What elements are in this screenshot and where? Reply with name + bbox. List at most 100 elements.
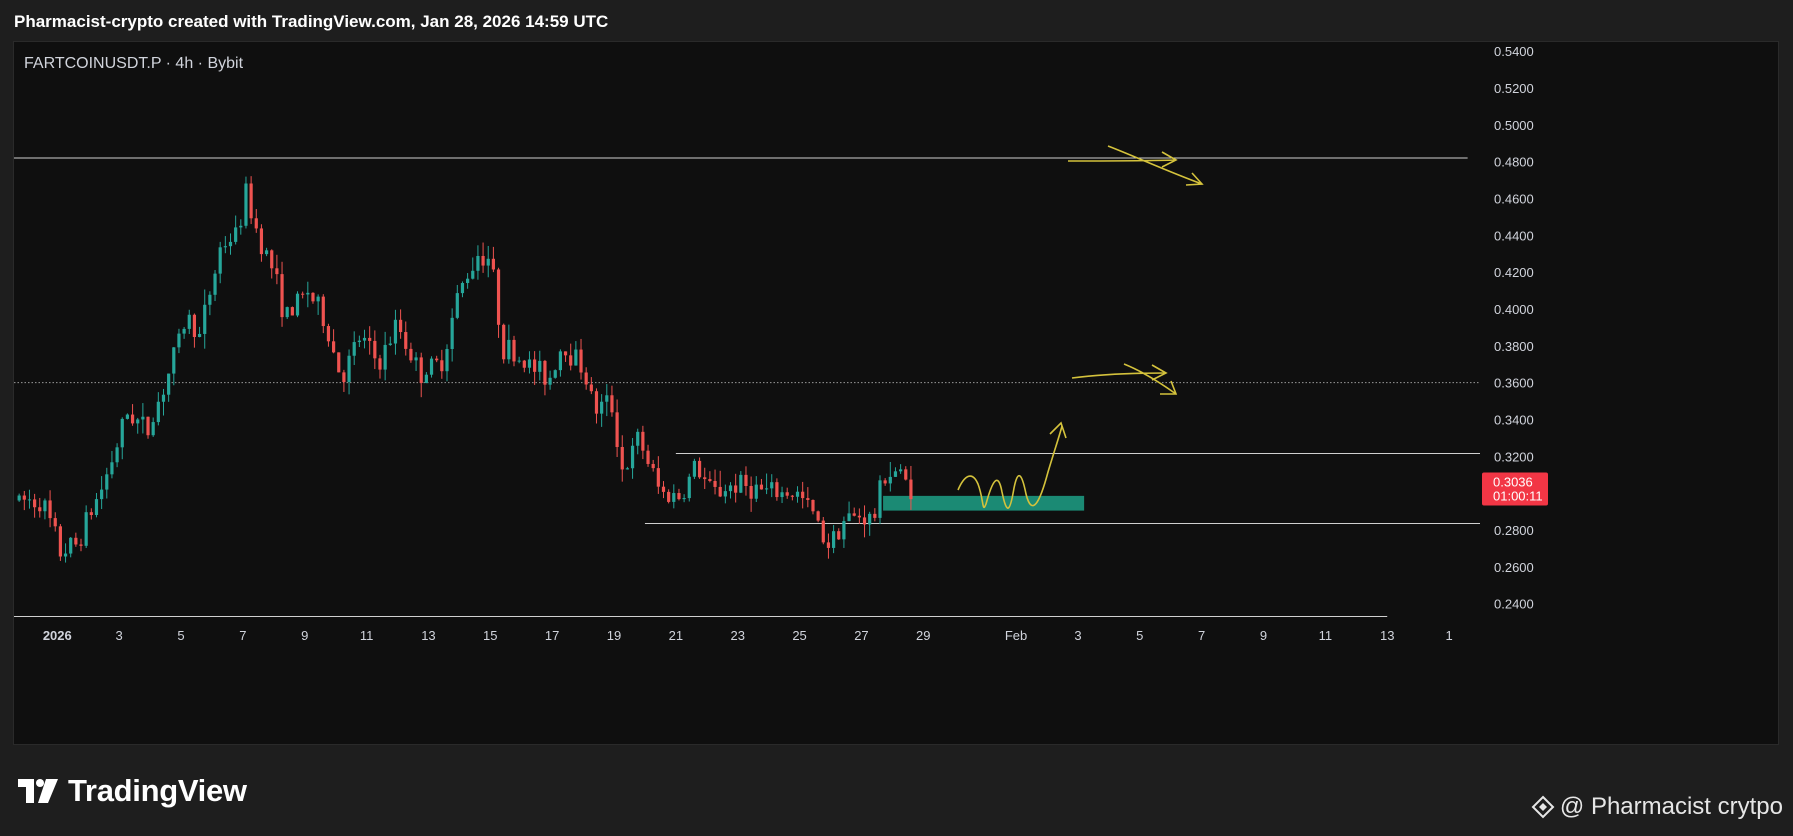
candle [764,473,769,495]
candle-body [811,499,815,512]
time-tick-label: 7 [239,628,246,643]
tradingview-logo[interactable]: TradingView [18,773,247,809]
candle-body [496,269,501,325]
candle [512,335,516,367]
candle-body [84,512,88,546]
candle-body [466,278,470,284]
candle [667,489,671,504]
price-tick-label: 0.2400 [1494,597,1534,612]
time-tick-label: 17 [545,628,559,643]
candle [424,372,428,384]
candle-body [213,273,217,295]
candle-body [244,183,248,226]
candle-body [543,360,547,385]
candle [105,467,109,499]
candle-body [445,348,449,372]
candle [156,392,160,426]
candle-body [280,274,284,318]
time-tick-label: 15 [483,628,497,643]
candle-body [63,553,68,557]
chart-area[interactable]: FARTCOINUSDT.P · 4h · Bybit 0.5400 0.5200… [13,41,1779,745]
candle [192,313,197,348]
time-tick-label: 1 [1445,628,1452,643]
candle-body [620,446,624,470]
candle-body [703,477,707,480]
symbol-label[interactable]: FARTCOINUSDT.P · 4h · Bybit [24,55,244,72]
candle-body [285,307,289,318]
candle-body [677,493,681,500]
candle-body [589,384,593,392]
candle [697,457,702,479]
candle [48,490,52,528]
candle [275,254,279,285]
candle [527,351,532,374]
candle-body [326,326,331,342]
price-tick-label: 0.4400 [1494,228,1534,243]
candle [795,486,800,503]
candle [847,501,851,522]
candle-body [455,293,459,318]
candle [476,245,480,280]
candle [661,481,666,499]
time-tick-label: 23 [730,628,744,643]
candle-body [275,268,279,275]
candle-body [868,513,872,525]
candle [89,508,93,520]
candle [533,351,537,385]
candle-body [48,500,52,519]
candle-body [311,292,315,302]
candle-body [409,348,413,361]
candle-body [801,491,805,499]
candle [316,294,320,315]
candle-body [393,319,398,344]
candle-body [264,250,269,255]
candle-body [254,218,258,229]
candle [440,349,444,379]
time-tick-label: 5 [177,628,184,643]
price-tick-label: 0.2800 [1494,523,1534,538]
candle-body [826,542,831,548]
candle-body [656,468,660,487]
candle-body [228,241,233,247]
candle-body [368,337,372,341]
candle-body [770,482,774,489]
candle-body [569,355,573,366]
candle [600,394,604,427]
candle [672,484,676,509]
candle-body [424,374,428,384]
candle-body [161,394,166,402]
candle-body [192,314,197,338]
projected-path-arrowhead [1049,421,1067,439]
candle [486,245,490,278]
candle [249,176,253,225]
candle [491,246,495,273]
candle-body [672,493,676,502]
candle [301,291,305,299]
candle-body [718,486,722,497]
candle [239,219,243,235]
candle [543,359,547,396]
candle [228,233,233,255]
candle-body [661,486,666,492]
candle [641,425,645,460]
candle-body [89,512,93,516]
candle-body [218,247,222,274]
candle-body [646,450,650,464]
candle-body [625,468,630,470]
candle-body [852,513,856,516]
candle-body [306,292,310,295]
candle [837,528,841,540]
candle [223,236,227,254]
candle [373,330,377,370]
candle [414,352,418,371]
candle [321,294,325,334]
candle-body [378,358,382,370]
watermark-text: @ Pharmacist crytpo [1559,793,1783,820]
candle-body [687,476,691,499]
candle [254,209,258,233]
tradingview-logo-icon [18,779,58,803]
candle-body [873,513,877,518]
price-chart-svg[interactable]: FARTCOINUSDT.P · 4h · Bybit 0.5400 0.5200… [14,42,1780,746]
candle [419,352,423,398]
candle [538,350,542,381]
